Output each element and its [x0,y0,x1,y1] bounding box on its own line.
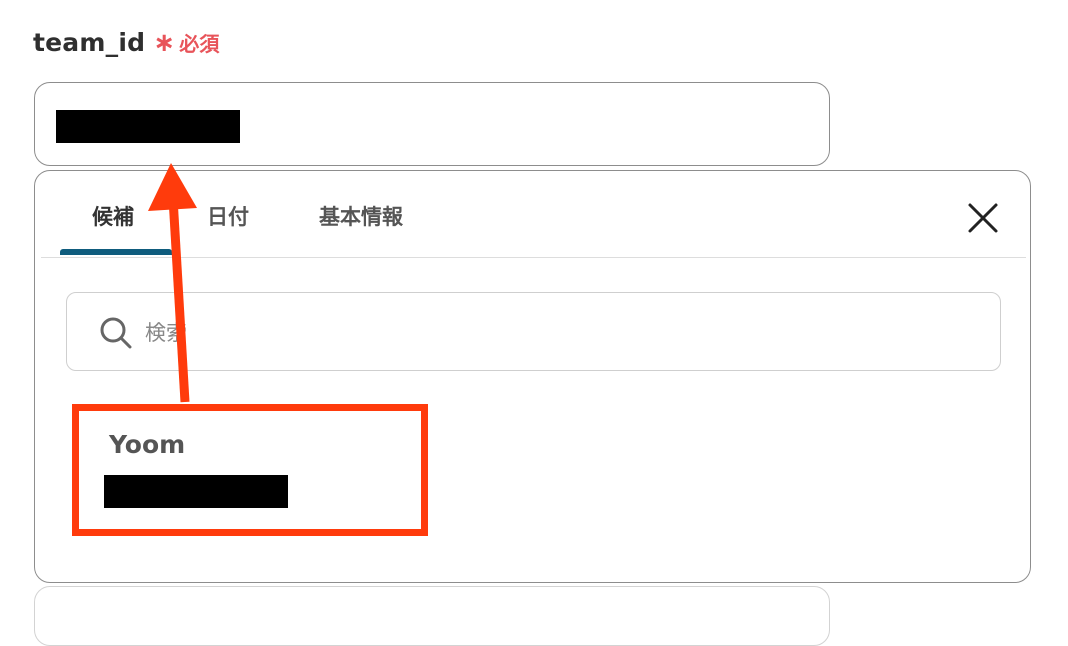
close-icon [968,203,998,233]
tab-date[interactable]: 日付 [207,201,249,231]
team-id-input[interactable] [34,82,830,166]
required-text: 必須 [179,32,220,56]
next-field-box[interactable] [34,586,830,646]
redacted-value [56,110,240,143]
active-tab-indicator [60,249,172,255]
search-input[interactable] [143,315,847,351]
required-asterisk: ∗ [153,27,176,58]
search-icon [100,317,132,349]
field-label-text: team_id [33,28,146,57]
close-button[interactable] [966,201,1000,235]
tab-candidates[interactable]: 候補 [92,201,134,231]
redacted-candidate-id [104,475,288,508]
search-box[interactable] [66,292,1001,371]
candidate-popup: 候補 日付 基本情報 Yoom [34,170,1031,583]
tab-basic-info[interactable]: 基本情報 [319,201,403,231]
candidate-item[interactable]: Yoom [72,404,428,536]
candidate-title: Yoom [109,430,186,459]
tab-divider [41,257,1026,258]
field-label: team_id ∗ 必須 [33,28,220,57]
